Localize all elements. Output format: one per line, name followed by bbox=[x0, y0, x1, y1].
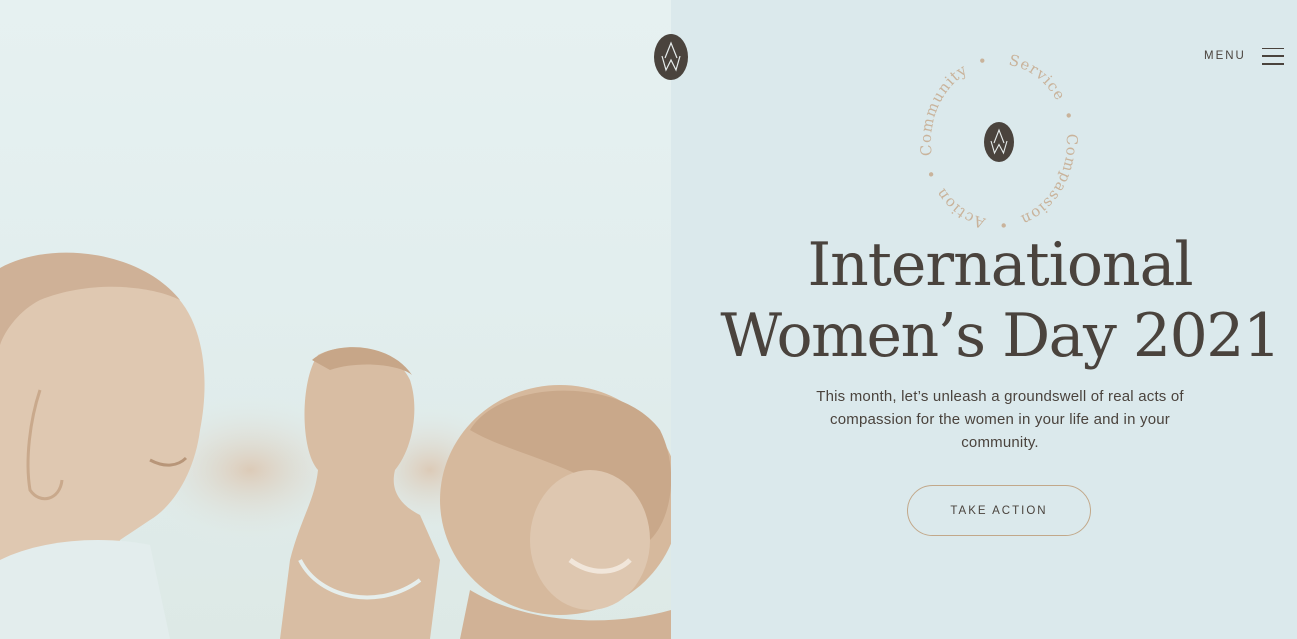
site-logo[interactable] bbox=[654, 34, 688, 80]
title-line-2: Women’s Day 2021 bbox=[720, 301, 1281, 371]
ring-separator: • bbox=[976, 52, 990, 71]
ring-separator: • bbox=[921, 166, 941, 181]
woman-right bbox=[440, 385, 671, 639]
title-line-1: International bbox=[807, 230, 1193, 300]
menu-label: MENU bbox=[1204, 50, 1246, 62]
women-group-photo bbox=[0, 252, 671, 639]
page-title: International Women’s Day 2021 bbox=[700, 230, 1297, 372]
woman-left bbox=[0, 252, 205, 639]
take-action-button[interactable]: TAKE ACTION bbox=[907, 485, 1091, 536]
ring-word-community: Community bbox=[918, 60, 971, 156]
menu-button[interactable]: MENU bbox=[1204, 45, 1284, 67]
hero-photo bbox=[0, 0, 671, 639]
aw-monogram-icon bbox=[984, 122, 1014, 162]
hamburger-icon bbox=[1261, 47, 1284, 65]
ring-separator: • bbox=[1058, 109, 1078, 123]
values-ring-badge: Service • Compassion • Action • Communit… bbox=[917, 51, 1080, 234]
intro-text: This month, let’s unleash a groundswell … bbox=[816, 388, 1184, 451]
ring-word-action: Action bbox=[932, 184, 989, 232]
ring-word-service: Service bbox=[1007, 52, 1069, 104]
ring-word-compassion: Compassion bbox=[1018, 134, 1080, 230]
aw-monogram-icon bbox=[654, 34, 688, 80]
